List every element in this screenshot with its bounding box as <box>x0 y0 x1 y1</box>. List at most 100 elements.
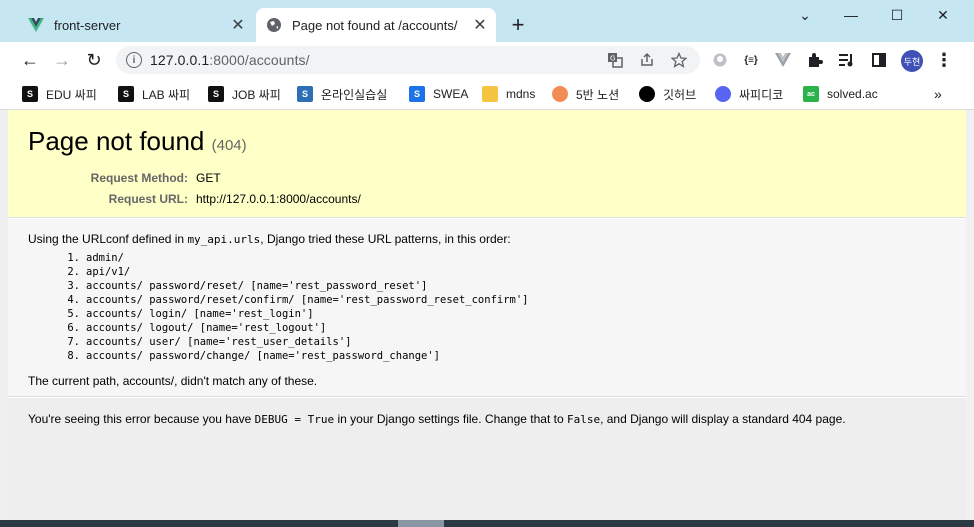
pattern-text: accounts/ password/reset/ [name='rest_pa… <box>86 280 428 292</box>
back-button[interactable]: ← <box>18 48 42 72</box>
ssafy-icon: S <box>22 86 38 102</box>
bookmark-mdns[interactable]: mdns <box>482 84 535 104</box>
minimize-button[interactable]: — <box>828 4 874 26</box>
tab-strip: front-server ✕ Page not found at /accoun… <box>0 0 974 42</box>
bookmark-github[interactable]: 깃허브 <box>639 84 696 104</box>
close-icon[interactable]: ✕ <box>470 15 490 35</box>
bookmark-label: JOB 싸피 <box>232 87 281 102</box>
urlconf-intro: Using the URLconf defined in my_api.urls… <box>28 232 511 246</box>
share-icon[interactable] <box>638 51 656 69</box>
bookmarks-bar: S EDU 싸피 S LAB 싸피 S JOB 싸피 S 온라인실습실 S SWEA md… <box>0 78 974 110</box>
star-icon[interactable] <box>670 51 688 69</box>
bookmark-notion[interactable]: 5반 노션 <box>552 84 619 104</box>
bookmark-label: LAB 싸피 <box>142 87 191 102</box>
request-method-label: Request Method: <box>90 171 188 185</box>
bookmark-edu-ssafy[interactable]: S EDU 싸피 <box>22 84 97 104</box>
bookmark-label: 깃허브 <box>663 87 697 102</box>
bookmark-discord[interactable]: 싸피디코 <box>715 84 783 104</box>
list-item: 7. accounts/ user/ [name='rest_user_detai… <box>67 336 352 348</box>
address-bar[interactable]: i 127.0.0.1:8000/accounts/ G <box>116 46 700 74</box>
summary-section: Page not found (404) Request Method: GET… <box>8 110 966 218</box>
taskbar-thumb <box>398 520 444 527</box>
reload-button[interactable]: ↻ <box>82 48 106 72</box>
translate-icon[interactable]: G <box>606 51 624 69</box>
vertical-scrollbar[interactable] <box>966 110 974 527</box>
sidepanel-icon[interactable] <box>870 51 888 69</box>
new-tab-button[interactable]: + <box>506 12 530 37</box>
bookmark-swea[interactable]: S SWEA <box>409 84 468 104</box>
tab-front-server[interactable]: front-server ✕ <box>18 8 254 42</box>
bookmark-label: 싸피디코 <box>739 87 784 102</box>
pattern-text: accounts/ password/reset/confirm/ [name=… <box>86 294 529 306</box>
bookmark-label: EDU 싸피 <box>46 87 97 102</box>
svg-text:G: G <box>610 55 615 63</box>
request-url-value: http://127.0.0.1:8000/accounts/ <box>196 192 361 206</box>
swea-icon: S <box>409 86 425 102</box>
debug-code: DEBUG = True <box>254 413 335 426</box>
bookmark-label: mdns <box>506 87 536 101</box>
bookmark-solvedac[interactable]: ac solved.ac <box>803 84 878 104</box>
request-url-label: Request URL: <box>108 192 188 206</box>
bookmark-lab-ssafy[interactable]: S LAB 싸피 <box>118 84 190 104</box>
pattern-text: accounts/ password/change/ [name='rest_p… <box>86 350 441 362</box>
list-item: 6. accounts/ logout/ [name='rest_logout'] <box>67 322 327 334</box>
forward-button[interactable]: → <box>50 48 74 72</box>
list-item: 1. admin/ <box>67 252 124 264</box>
ssafy-icon: S <box>118 86 134 102</box>
urlconf-name: my_api.urls <box>187 233 261 246</box>
close-icon[interactable]: ✕ <box>228 15 248 35</box>
discord-icon <box>715 86 731 102</box>
pattern-text: accounts/ login/ [name='rest_login'] <box>86 308 314 320</box>
json-ext-icon[interactable]: {≡} <box>742 51 760 69</box>
github-ext-icon[interactable] <box>711 51 729 69</box>
menu-icon[interactable]: ⋮ <box>935 50 953 70</box>
status-code: (404) <box>211 137 247 154</box>
vue-icon <box>28 17 44 33</box>
page-content: Page not found (404) Request Method: GET… <box>8 110 966 520</box>
url-pattern-list: 1. admin/ 2. api/v1/ 3. accounts/ password/… <box>62 251 529 363</box>
folder-icon <box>482 86 498 102</box>
tab-page-not-found[interactable]: Page not found at /accounts/ ✕ <box>256 8 496 42</box>
current-path-post: , didn't match any of these. <box>174 374 318 388</box>
puzzle-icon[interactable] <box>806 51 824 69</box>
explanation-post: , and Django will display a standard 404… <box>600 412 846 426</box>
maximize-button[interactable]: ☐ <box>874 4 920 26</box>
browser-window: front-server ✕ Page not found at /accoun… <box>0 0 974 527</box>
intro-text-end: , Django tried these URL patterns, in th… <box>260 232 511 246</box>
list-item: 3. accounts/ password/reset/ [name='rest_… <box>67 280 428 292</box>
explanation-section: You're seeing this error because you hav… <box>8 398 966 520</box>
pattern-text: api/v1/ <box>86 266 131 278</box>
bookmark-job-ssafy[interactable]: S JOB 싸피 <box>208 84 281 104</box>
list-item: 8. accounts/ password/change/ [name='rest… <box>67 350 441 362</box>
current-path-message: The current path, accounts/, didn't matc… <box>28 374 317 388</box>
avatar[interactable]: 두현 <box>901 50 923 72</box>
media-icon[interactable] <box>838 51 856 69</box>
bookmark-label: 5반 노션 <box>576 87 620 102</box>
false-code: False <box>566 413 601 426</box>
bookmark-label: SWEA <box>433 87 469 101</box>
url-path: :8000/accounts/ <box>209 52 310 68</box>
pattern-text: accounts/ user/ [name='rest_user_details… <box>86 336 352 348</box>
title-text: Page not found <box>28 126 205 156</box>
solvedac-icon: ac <box>803 86 819 102</box>
tab-title: front-server <box>54 17 121 33</box>
intro-text: Using the URLconf defined in <box>28 232 188 246</box>
github-icon <box>639 86 655 102</box>
bookmark-online-lab[interactable]: S 온라인실습실 <box>297 84 387 104</box>
request-method-value: GET <box>196 171 221 185</box>
address-url[interactable]: 127.0.0.1:8000/accounts/ <box>150 52 310 68</box>
vue-ext-icon[interactable] <box>774 51 792 69</box>
pattern-text: accounts/ logout/ [name='rest_logout'] <box>86 322 327 334</box>
info-icon[interactable]: i <box>126 52 142 68</box>
close-window-button[interactable]: ✕ <box>920 4 966 26</box>
bookmark-label: 온라인실습실 <box>321 87 388 102</box>
taskbar-strip <box>0 520 974 527</box>
tab-title: Page not found at /accounts/ <box>292 17 458 33</box>
list-item: 5. accounts/ login/ [name='rest_login'] <box>67 308 314 320</box>
toolbar: ← → ↻ i 127.0.0.1:8000/accounts/ G {≡} 두… <box>0 42 974 78</box>
bookmarks-overflow-button[interactable]: » <box>934 86 942 102</box>
url-host: 127.0.0.1 <box>150 52 210 68</box>
globe-icon <box>266 17 282 33</box>
explanation-text: You're seeing this error because you hav… <box>28 412 846 426</box>
tab-search-button[interactable]: ⌄ <box>782 4 828 26</box>
